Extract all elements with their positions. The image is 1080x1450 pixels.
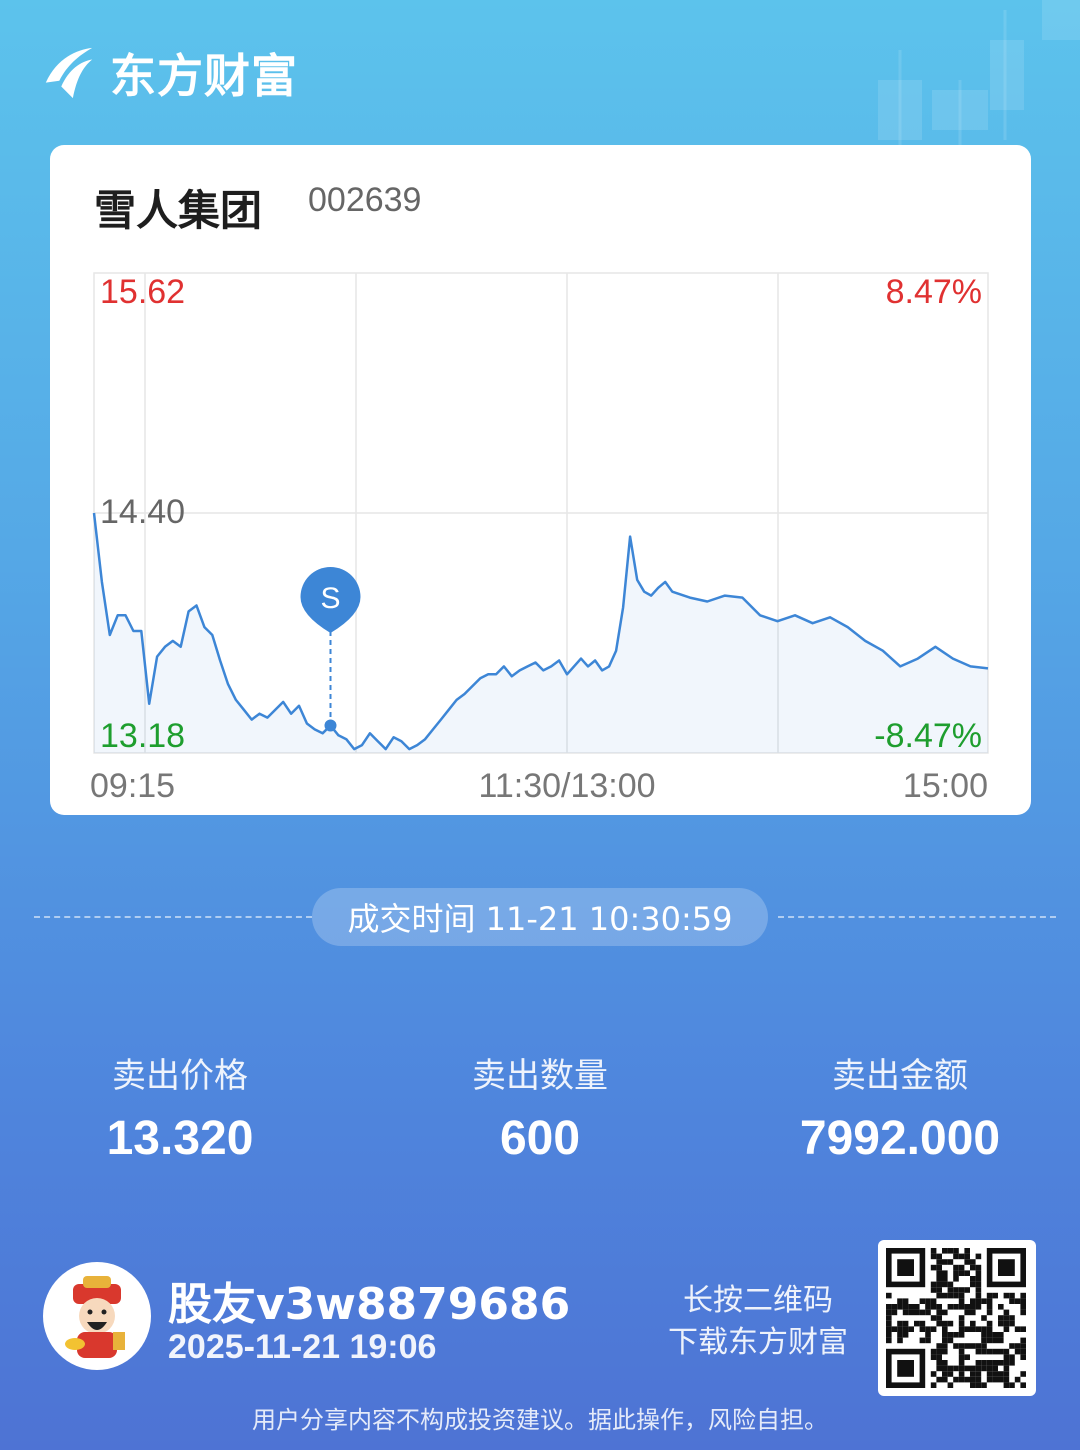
sell-qty-label: 卖出数量 <box>472 1056 608 1096</box>
intraday-chart: S 15.62 14.40 13.18 8.47% -8.47% 09:15 1… <box>90 272 989 805</box>
sell-price-label: 卖出价格 <box>112 1056 248 1096</box>
qr-hint-line2: 下载东方财富 <box>668 1325 848 1360</box>
disclaimer: 用户分享内容不构成投资建议。据此操作，风险自担。 <box>252 1406 828 1434</box>
share-datetime: 2025-11-21 19:06 <box>168 1328 437 1366</box>
divider-dash-left <box>34 916 312 918</box>
qr-hint-line1: 长按二维码 <box>683 1283 833 1318</box>
sell-price-value: 13.320 <box>106 1112 254 1165</box>
x-tick-close: 15:00 <box>903 767 988 805</box>
x-tick-midday: 11:30/13:00 <box>478 767 655 805</box>
qr-code-icon <box>886 1248 1026 1388</box>
trade-time-row: 成交时间 11-21 10:30:59 <box>0 888 1080 946</box>
brand-logo: 东方财富 <box>40 40 298 106</box>
x-tick-open: 09:15 <box>90 767 175 805</box>
y-tick-low: 13.18 <box>100 717 185 755</box>
sell-qty-value: 600 <box>499 1112 581 1165</box>
sell-marker-label: S <box>320 582 340 615</box>
sell-amount-label: 卖出金额 <box>832 1056 968 1096</box>
sell-amount-stat: 卖出金额 7992.000 <box>720 1048 1080 1166</box>
divider-dash-right <box>778 916 1056 918</box>
brand-name: 东方财富 <box>110 49 298 103</box>
pct-tick-low: -8.47% <box>874 717 982 755</box>
sell-price-stat: 卖出价格 13.320 <box>0 1048 360 1166</box>
avatar-fortune-god-icon <box>65 1276 125 1358</box>
brand-logo-icon <box>45 47 93 99</box>
user-name: 股友v3w8879686 <box>168 1279 571 1330</box>
y-tick-high: 15.62 <box>100 273 185 311</box>
stock-chart-card: 雪人集团 002639 S 15.62 14.40 13.18 8.47% -8… <box>50 145 1031 815</box>
sell-marker[interactable]: S <box>300 567 361 732</box>
avatar[interactable] <box>43 1262 151 1370</box>
qr-code[interactable] <box>878 1240 1036 1396</box>
trade-time-pill: 成交时间 11-21 10:30:59 <box>312 888 768 946</box>
sell-marker-dot <box>324 719 337 732</box>
pct-tick-high: 8.47% <box>886 273 982 311</box>
sell-qty-stat: 卖出数量 600 <box>360 1048 720 1166</box>
y-tick-mid: 14.40 <box>100 493 185 531</box>
qr-hint: 长按二维码 下载东方财富 <box>640 1280 876 1364</box>
sell-amount-value: 7992.000 <box>799 1112 1001 1165</box>
